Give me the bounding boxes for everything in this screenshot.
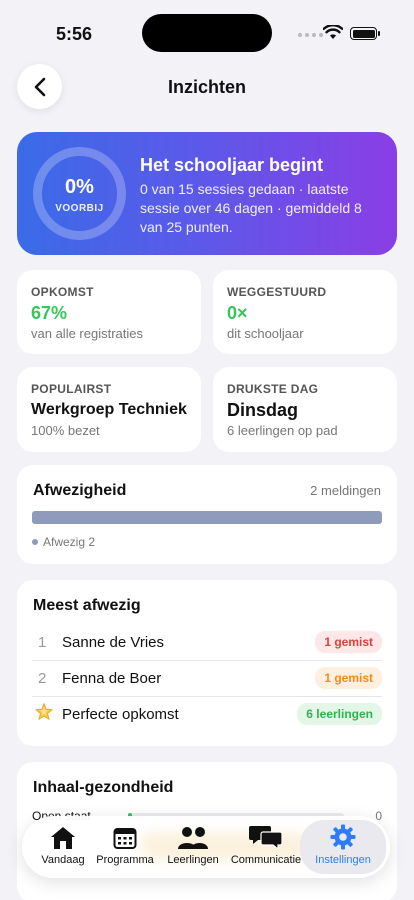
star-icon	[32, 702, 62, 727]
student-name: Sanne de Vries	[62, 633, 165, 651]
list-item[interactable]: 2 Fenna de Boer 1 gemist	[32, 660, 382, 696]
house-icon	[50, 824, 76, 850]
legend-label: Afwezig 2	[43, 535, 96, 549]
hero-title: Het schooljaar begint	[140, 155, 324, 175]
tab-label: Programma	[96, 854, 154, 866]
battery-icon	[350, 27, 380, 40]
progress-ring: 0% VOORBIJ	[33, 147, 126, 240]
people-icon	[177, 824, 209, 850]
tab-label: Communicatie	[230, 854, 302, 866]
nav-bar: Inzichten	[0, 60, 414, 120]
progress-percent: 0%	[65, 176, 94, 198]
dynamic-island	[142, 14, 272, 52]
stat-subtitle: 6 leerlingen op pad	[227, 423, 338, 438]
calendar-icon	[113, 824, 137, 850]
stat-value: Dinsdag	[227, 400, 299, 420]
stat-subtitle: van alle registraties	[31, 326, 143, 341]
absence-title: Afwezigheid	[33, 482, 127, 499]
list-item[interactable]: Perfecte opkomst 6 leerlingen	[32, 696, 382, 732]
tab-communicatie[interactable]: Communicatie	[229, 824, 303, 872]
stat-value: 67%	[31, 303, 68, 323]
stat-card-sent-away: WEGGESTUURD 0× dit schooljaar	[213, 270, 397, 354]
stat-value: Werkgroep Techniek	[31, 401, 187, 418]
tab-label: Leerlingen	[167, 854, 219, 866]
stat-card-attendance: OPKOMST 67% van alle registraties	[17, 270, 201, 354]
stat-label: OPKOMST	[31, 285, 94, 299]
stat-label: DRUKSTE DAG	[227, 382, 319, 396]
stat-label: POPULAIRST	[31, 382, 112, 396]
stat-subtitle: dit schooljaar	[227, 326, 304, 341]
tab-label: Vandaag	[41, 854, 85, 866]
perfect-attendance-label: Perfecte opkomst	[62, 705, 179, 723]
rank: 2	[38, 669, 47, 687]
gear-icon	[330, 824, 356, 850]
rank: 1	[38, 633, 47, 651]
chat-bubbles-icon	[249, 824, 283, 850]
tab-leerlingen[interactable]: Leerlingen	[163, 824, 223, 872]
page-title: Inzichten	[167, 77, 246, 97]
tab-vandaag[interactable]: Vandaag	[38, 824, 88, 872]
stat-subtitle: 100% bezet	[31, 423, 100, 438]
tab-programma[interactable]: Programma	[94, 824, 156, 872]
catchup-title: Inhaal-gezondheid	[33, 779, 174, 796]
student-name: Fenna de Boer	[62, 669, 162, 687]
signal-icon	[298, 33, 323, 37]
tab-instellingen[interactable]: Instellingen	[300, 820, 386, 874]
tab-label: Instellingen	[315, 854, 371, 866]
most-absent-card: Meest afwezig 1 Sanne de Vries 1 gemist …	[17, 580, 397, 746]
perfect-attendance-badge: 6 leerlingen	[297, 703, 382, 725]
status-time: 5:56	[56, 24, 93, 44]
progress-label: VOORBIJ	[55, 203, 104, 214]
most-absent-title: Meest afwezig	[33, 597, 141, 614]
absence-legend: Afwezig 2	[32, 535, 95, 549]
legend-dot	[32, 539, 38, 545]
stat-card-most-popular: POPULAIRST Werkgroep Techniek 100% bezet	[17, 367, 201, 452]
absence-bar	[32, 511, 382, 524]
missed-badge: 1 gemist	[315, 667, 382, 689]
stat-label: WEGGESTUURD	[227, 285, 327, 299]
wifi-icon	[323, 25, 343, 39]
hero-description: 0 van 15 sessies gedaan · laatste sessie…	[140, 181, 362, 235]
list-item[interactable]: 1 Sanne de Vries 1 gemist	[32, 624, 382, 660]
stat-card-busiest-day: DRUKSTE DAG Dinsdag 6 leerlingen op pad	[213, 367, 397, 452]
absence-card: Afwezigheid 2 meldingen Afwezig 2	[17, 465, 397, 564]
missed-badge: 1 gemist	[315, 631, 382, 653]
tab-bar: Vandaag Programma Leerlingen Communicati…	[22, 816, 390, 878]
school-year-hero-card: 0% VOORBIJ Het schooljaar begint 0 van 1…	[17, 132, 397, 255]
absence-count: 2 meldingen	[310, 483, 381, 498]
stat-value: 0×	[227, 303, 248, 323]
absence-bar-segment	[32, 511, 382, 524]
status-bar: 5:56	[0, 0, 414, 66]
